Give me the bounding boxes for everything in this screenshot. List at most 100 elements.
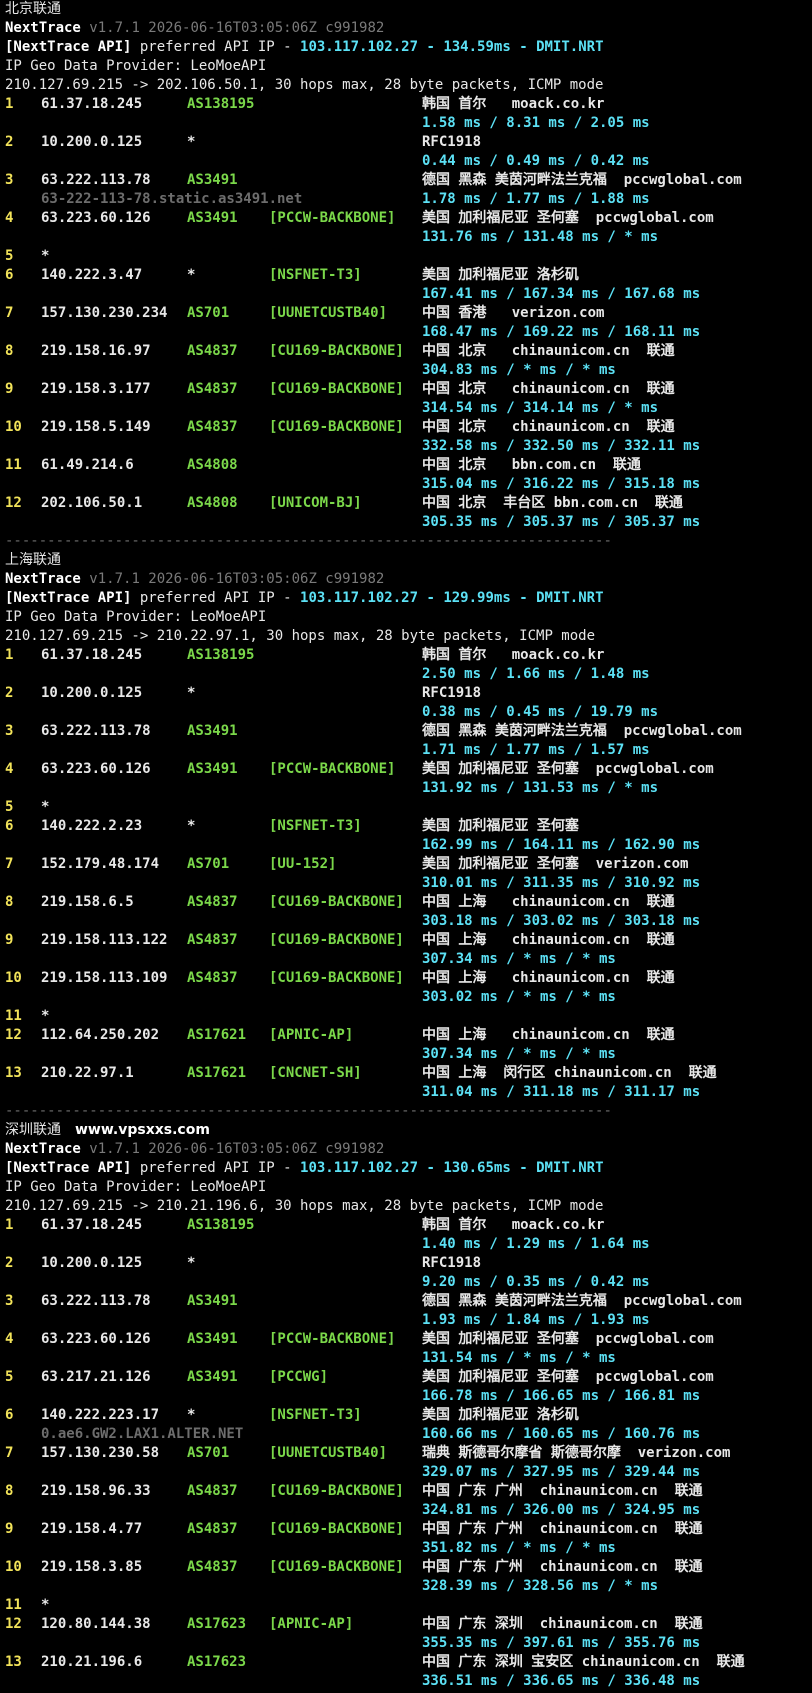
- api-dash: -: [510, 590, 537, 606]
- hop-ip: 219.158.113.109: [41, 970, 168, 986]
- hop-geo: 中国 北京 丰台区 bbn.com.cn 联通: [422, 495, 683, 511]
- hop-geo: 德国 黑森 美茵河畔法兰克福 pccwglobal.com: [422, 1293, 742, 1309]
- hop-asn: AS701: [187, 305, 230, 321]
- hop-geo: 中国 北京 chinaunicom.cn 联通: [422, 343, 675, 359]
- section-title-line: 北京联通: [5, 0, 812, 19]
- terminal-output: 北京联通 NextTrace v1.7.1 2026-06-16T03:05:06…: [0, 0, 812, 1691]
- hop-asn: *: [187, 1407, 196, 1423]
- hop-detail-row: 303.02 ms / * ms / * ms: [5, 988, 812, 1007]
- hop-netname: [CU169-BACKBONE]: [269, 1483, 404, 1499]
- api-text: preferred API IP -: [131, 1160, 301, 1176]
- hop-row: 12 120.80.144.38 AS17623 [APNIC-AP] 中国 广东 深圳…: [5, 1615, 812, 1634]
- hop-rtt: 324.81 ms / 326.00 ms / 324.95 ms: [422, 1502, 701, 1518]
- hop-ip: 152.179.48.174: [41, 856, 160, 872]
- hop-detail-row: 2.50 ms / 1.66 ms / 1.48 ms: [5, 665, 812, 684]
- hop-geo: 中国 北京 bbn.com.cn 联通: [422, 457, 641, 473]
- hop-detail-row: 1.58 ms / 8.31 ms / 2.05 ms: [5, 114, 812, 133]
- hop-asn: AS138195: [187, 647, 255, 663]
- hop-rtt: 307.34 ms / * ms / * ms: [422, 951, 616, 967]
- hop-number: 7: [5, 856, 14, 872]
- trace-section: 上海联通 NextTrace v1.7.1 2026-06-16T03:05:06…: [5, 551, 812, 1121]
- hop-netname: [NSFNET-T3]: [269, 1407, 362, 1423]
- hop-ptr: 63-222-113-78.static.as3491.net: [41, 191, 303, 207]
- hop-netname: [269, 171, 422, 190]
- hop-row: 11 61.49.214.6 AS4808 中国 北京 bbn.com.cn 联通: [5, 456, 812, 475]
- hop-row: 6 140.222.3.47 * [NSFNET-T3] 美国 加利福尼亚 洛杉矶: [5, 266, 812, 285]
- hop-netname: [CNCNET-SH]: [269, 1065, 362, 1081]
- hop-number: 5: [5, 799, 14, 815]
- hop-netname: [UU-152]: [269, 856, 337, 872]
- geo-provider-line: IP Geo Data Provider: LeoMoeAPI: [5, 58, 267, 74]
- hop-netname: [269, 95, 422, 114]
- hop-ip: 157.130.230.58: [41, 1445, 160, 1461]
- api-line: [NextTrace API] preferred API IP - 103.1…: [5, 1159, 812, 1178]
- api-dash: -: [418, 39, 444, 55]
- hop-detail-row: 0.44 ms / 0.49 ms / 0.42 ms: [5, 152, 812, 171]
- hop-ip: 219.158.16.97: [41, 343, 151, 359]
- hop-row: 8 219.158.96.33 AS4837 [CU169-BACKBONE] 中国 广…: [5, 1482, 812, 1501]
- api-dash: -: [418, 1160, 444, 1176]
- hop-number: 6: [5, 267, 14, 283]
- hop-ip: 210.21.196.6: [41, 1654, 143, 1670]
- hop-rtt: 166.78 ms / 166.65 ms / 166.81 ms: [422, 1388, 701, 1404]
- hop-ip: 63.222.113.78: [41, 723, 151, 739]
- hop-ip: 10.200.0.125: [41, 134, 143, 150]
- hop-number: 8: [5, 1483, 14, 1499]
- hop-rtt: 1.93 ms / 1.84 ms / 1.93 ms: [422, 1312, 650, 1328]
- hop-asn: *: [187, 818, 196, 834]
- hop-asn: *: [187, 134, 196, 150]
- hop-netname: [NSFNET-T3]: [269, 267, 362, 283]
- hop-detail-row: 168.47 ms / 169.22 ms / 168.11 ms: [5, 323, 812, 342]
- hop-row: 8 219.158.6.5 AS4837 [CU169-BACKBONE] 中国 上海 …: [5, 893, 812, 912]
- hop-row: 6 140.222.223.17 * [NSFNET-T3] 美国 加利福尼亚 洛杉矶: [5, 1406, 812, 1425]
- api-text: preferred API IP -: [131, 39, 301, 55]
- hop-ip: 61.37.18.245: [41, 1217, 143, 1233]
- hop-asn: AS3491: [187, 761, 238, 777]
- hop-rtt: 2.50 ms / 1.66 ms / 1.48 ms: [422, 666, 650, 682]
- hop-number: 3: [5, 723, 14, 739]
- hop-rtt: 131.76 ms / 131.48 ms / * ms: [422, 229, 659, 245]
- trace-header-line: 210.127.69.215 -> 202.106.50.1, 30 hops …: [5, 77, 604, 93]
- hop-detail-row: 329.07 ms / 327.95 ms / 329.44 ms: [5, 1463, 812, 1482]
- section-title: 北京联通: [5, 1, 61, 17]
- hop-netname: [CU169-BACKBONE]: [269, 894, 404, 910]
- hop-row: 10 219.158.3.85 AS4837 [CU169-BACKBONE] 中国 广…: [5, 1558, 812, 1577]
- hop-asn: AS3491: [187, 1293, 238, 1309]
- hop-geo: 中国 北京 chinaunicom.cn 联通: [422, 419, 675, 435]
- hop-detail-row: 311.04 ms / 311.18 ms / 311.17 ms: [5, 1083, 812, 1102]
- hop-geo: 美国 加利福尼亚 圣何塞 pccwglobal.com: [422, 761, 714, 777]
- hop-asn: AS4837: [187, 381, 238, 397]
- hop-detail-row: 355.35 ms / 397.61 ms / 355.76 ms: [5, 1634, 812, 1653]
- hop-detail-row: 310.01 ms / 311.35 ms / 310.92 ms: [5, 874, 812, 893]
- hop-row: 12 202.106.50.1 AS4808 [UNICOM-BJ] 中国 北京 丰台区…: [5, 494, 812, 513]
- hop-ip: 61.37.18.245: [41, 96, 143, 112]
- hop-ip: *: [41, 799, 50, 815]
- hop-detail-row: 63-222-113-78.static.as3491.net 1.78 ms /…: [5, 190, 812, 209]
- hop-rtt: 328.39 ms / 328.56 ms / * ms: [422, 1578, 659, 1594]
- hop-geo: RFC1918: [422, 134, 482, 150]
- hop-row: 1 61.37.18.245 AS138195 韩国 首尔 moack.co.kr: [5, 1216, 812, 1235]
- hop-number: 10: [5, 970, 22, 986]
- hop-number: 10: [5, 419, 22, 435]
- hop-geo: 中国 北京 chinaunicom.cn 联通: [422, 381, 675, 397]
- hop-row: 1 61.37.18.245 AS138195 韩国 首尔 moack.co.kr: [5, 646, 812, 665]
- hop-geo: 美国 加利福尼亚 圣何塞: [422, 818, 579, 834]
- hop-detail-row: 0.38 ms / 0.45 ms / 19.79 ms: [5, 703, 812, 722]
- hop-geo: 美国 加利福尼亚 洛杉矶: [422, 1407, 579, 1423]
- hop-ip: 210.22.97.1: [41, 1065, 134, 1081]
- hop-geo: 韩国 首尔 moack.co.kr: [422, 1217, 605, 1233]
- api-latency: 129.99ms: [443, 590, 511, 606]
- hop-detail-row: 305.35 ms / 305.37 ms / 305.37 ms: [5, 513, 812, 532]
- hop-rtt: 1.71 ms / 1.77 ms / 1.57 ms: [422, 742, 650, 758]
- api-dash: -: [510, 39, 537, 55]
- hop-asn: AS138195: [187, 96, 255, 112]
- api-ip: 103.117.102.27: [300, 590, 419, 606]
- hop-row: 9 219.158.113.122 AS4837 [CU169-BACKBONE] 中国…: [5, 931, 812, 950]
- hop-number: 4: [5, 1331, 14, 1347]
- hop-asn: AS4837: [187, 1521, 238, 1537]
- hop-ip: 63.223.60.126: [41, 210, 151, 226]
- hop-ip: 10.200.0.125: [41, 685, 143, 701]
- hop-row: 2 10.200.0.125 * RFC1918: [5, 1254, 812, 1273]
- hop-netname: [269, 646, 422, 665]
- hop-geo: 中国 上海 chinaunicom.cn 联通: [422, 894, 675, 910]
